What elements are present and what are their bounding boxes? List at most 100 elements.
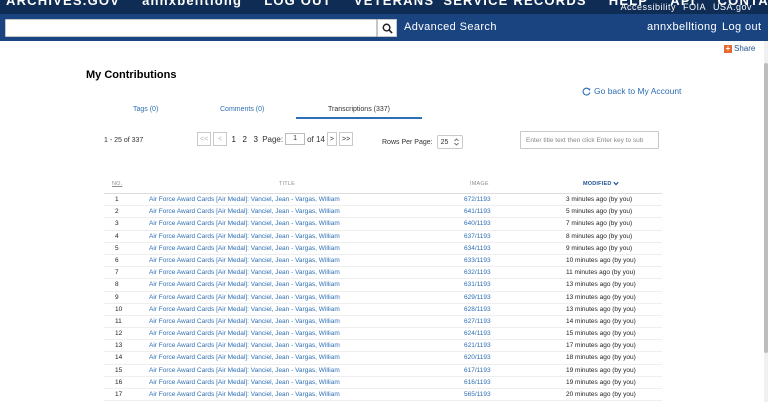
page-link-3[interactable]: 3 bbox=[251, 135, 260, 144]
row-image-link[interactable]: 629/1193 bbox=[464, 294, 491, 301]
title-filter-input[interactable]: Enter title text then click Enter key to… bbox=[520, 131, 659, 149]
nav-link-archives[interactable]: ARCHIVES.GOV bbox=[6, 0, 120, 8]
rows-per-page-select[interactable]: 25 bbox=[436, 135, 463, 149]
modified-label: MODIFIED bbox=[583, 181, 612, 187]
nav-link-username[interactable]: annxbelltiong bbox=[142, 0, 242, 8]
usagov-link[interactable]: USA.gov bbox=[713, 2, 752, 12]
row-title-link[interactable]: Air Force Award Cards [Air Medal]: Vanci… bbox=[149, 379, 340, 386]
table-row: 3 Air Force Award Cards [Air Medal]: Vanc… bbox=[104, 218, 662, 231]
column-header-no[interactable]: NO. bbox=[112, 181, 122, 187]
column-header-image[interactable]: IMAGE bbox=[470, 181, 489, 187]
row-image-link[interactable]: 641/1193 bbox=[464, 208, 491, 215]
row-image-link[interactable]: 620/1193 bbox=[464, 354, 491, 361]
page-scrollbar[interactable] bbox=[764, 41, 768, 402]
row-image-link[interactable]: 621/1193 bbox=[464, 342, 491, 349]
user-account-link[interactable]: annxbelltiong bbox=[647, 21, 717, 33]
tab-tags[interactable]: Tags (0) bbox=[133, 106, 158, 113]
row-title-link[interactable]: Air Force Award Cards [Air Medal]: Vanci… bbox=[149, 354, 340, 361]
first-page-button[interactable]: << bbox=[197, 132, 212, 146]
row-title-link[interactable]: Air Force Award Cards [Air Medal]: Vanci… bbox=[149, 245, 340, 252]
row-modified: 19 minutes ago (by you) bbox=[566, 378, 636, 386]
row-number: 1 bbox=[115, 196, 119, 203]
chevron-down-icon bbox=[453, 138, 459, 146]
rows-per-page: Rows Per Page: 25 bbox=[382, 135, 463, 149]
table-row: 7 Air Force Award Cards [Air Medal]: Vanc… bbox=[104, 267, 662, 280]
table-row: 14 Air Force Award Cards [Air Medal]: Van… bbox=[104, 352, 662, 365]
row-title-link[interactable]: Air Force Award Cards [Air Medal]: Vanci… bbox=[149, 220, 340, 227]
page-link-1[interactable]: 1 bbox=[229, 135, 238, 144]
table-row: 6 Air Force Award Cards [Air Medal]: Vanc… bbox=[104, 255, 662, 268]
row-modified: 3 minutes ago (by you) bbox=[566, 196, 633, 203]
table-header: NO. TITLE IMAGE MODIFIED bbox=[104, 181, 662, 192]
tab-transcriptions[interactable]: Transcriptions (337) bbox=[328, 106, 390, 113]
row-title-link[interactable]: Air Force Award Cards [Air Medal]: Vanci… bbox=[149, 367, 340, 374]
row-number: 5 bbox=[115, 244, 119, 252]
foia-link[interactable]: FOIA bbox=[683, 2, 706, 12]
row-title-link[interactable]: Air Force Award Cards [Air Medal]: Vanci… bbox=[149, 306, 340, 313]
row-image-link[interactable]: 672/1193 bbox=[464, 196, 491, 203]
accessibility-link[interactable]: Accessibility bbox=[620, 2, 676, 12]
page-label: Page: bbox=[262, 134, 284, 144]
column-header-modified[interactable]: MODIFIED bbox=[583, 181, 619, 187]
row-image-link[interactable]: 633/1193 bbox=[464, 257, 491, 264]
row-title-link[interactable]: Air Force Award Cards [Air Medal]: Vanci… bbox=[149, 269, 340, 276]
row-title-link[interactable]: Air Force Award Cards [Air Medal]: Vanci… bbox=[149, 208, 340, 215]
search-input[interactable] bbox=[5, 19, 377, 37]
row-title-link[interactable]: Air Force Award Cards [Air Medal]: Vanci… bbox=[149, 330, 340, 337]
back-to-account-link[interactable]: Go back to My Account bbox=[582, 86, 681, 96]
table-row: 10 Air Force Award Cards [Air Medal]: Van… bbox=[104, 304, 662, 316]
table-row: 5 Air Force Award Cards [Air Medal]: Vanc… bbox=[104, 243, 662, 255]
table-row: 13 Air Force Award Cards [Air Medal]: Van… bbox=[104, 340, 662, 353]
tab-comments[interactable]: Comments (0) bbox=[220, 106, 264, 113]
column-header-title[interactable]: TITLE bbox=[279, 181, 295, 187]
sort-desc-icon bbox=[613, 181, 619, 186]
prev-page-button[interactable]: < bbox=[213, 132, 228, 146]
row-image-link[interactable]: 627/1193 bbox=[464, 318, 491, 325]
page-link-2[interactable]: 2 bbox=[240, 135, 249, 144]
search-icon bbox=[382, 23, 393, 34]
row-modified: 13 minutes ago (by you) bbox=[566, 293, 636, 301]
row-image-link[interactable]: 617/1193 bbox=[464, 367, 491, 374]
nav-link-veterans[interactable]: VETERANS' SERVICE RECORDS bbox=[354, 0, 587, 8]
row-title-link[interactable]: Air Force Award Cards [Air Medal]: Vanci… bbox=[149, 196, 340, 203]
row-image-link[interactable]: 628/1193 bbox=[464, 306, 491, 313]
search-bar: Advanced Search annxbelltiong Log out bbox=[0, 14, 768, 41]
row-title-link[interactable]: Air Force Award Cards [Air Medal]: Vanci… bbox=[149, 318, 340, 325]
row-image-link[interactable]: 616/1193 bbox=[464, 379, 491, 386]
row-modified: 19 minutes ago (by you) bbox=[566, 366, 636, 374]
table-row: 2 Air Force Award Cards [Air Medal]: Vanc… bbox=[104, 206, 662, 219]
table-row: 17 Air Force Award Cards [Air Medal]: Van… bbox=[104, 389, 662, 402]
row-image-link[interactable]: 634/1193 bbox=[464, 245, 491, 252]
row-image-link[interactable]: 624/1193 bbox=[464, 330, 491, 337]
next-page-button[interactable]: > bbox=[326, 132, 337, 146]
row-title-link[interactable]: Air Force Award Cards [Air Medal]: Vanci… bbox=[149, 257, 340, 264]
row-modified: 9 minutes ago (by you) bbox=[566, 244, 633, 252]
last-page-button[interactable]: >> bbox=[338, 132, 354, 146]
row-title-link[interactable]: Air Force Award Cards [Air Medal]: Vanci… bbox=[149, 233, 340, 240]
row-modified: 20 minutes ago (by you) bbox=[566, 391, 636, 398]
advanced-search-link[interactable]: Advanced Search bbox=[404, 21, 497, 33]
scrollbar-thumb[interactable] bbox=[764, 63, 768, 353]
row-image-link[interactable]: 631/1193 bbox=[464, 281, 491, 288]
table-row: 12 Air Force Award Cards [Air Medal]: Van… bbox=[104, 328, 662, 341]
row-title-link[interactable]: Air Force Award Cards [Air Medal]: Vanci… bbox=[149, 281, 340, 288]
row-image-link[interactable]: 640/1193 bbox=[464, 220, 491, 227]
page-number-input[interactable]: 1 bbox=[285, 133, 306, 145]
table-row: 9 Air Force Award Cards [Air Medal]: Vanc… bbox=[104, 292, 662, 304]
table-row: 15 Air Force Award Cards [Air Medal]: Van… bbox=[104, 365, 662, 377]
row-title-link[interactable]: Air Force Award Cards [Air Medal]: Vanci… bbox=[149, 342, 340, 349]
row-title-link[interactable]: Air Force Award Cards [Air Medal]: Vanci… bbox=[149, 391, 340, 398]
row-image-link[interactable]: 565/1193 bbox=[464, 391, 491, 398]
row-modified: 5 minutes ago (by you) bbox=[566, 208, 633, 216]
row-number: 6 bbox=[115, 256, 119, 264]
row-modified: 7 minutes ago (by you) bbox=[566, 220, 633, 228]
row-number: 2 bbox=[115, 208, 119, 216]
row-modified: 13 minutes ago (by you) bbox=[566, 281, 636, 289]
search-button[interactable] bbox=[377, 19, 397, 37]
row-title-link[interactable]: Air Force Award Cards [Air Medal]: Vanci… bbox=[149, 294, 340, 301]
row-image-link[interactable]: 632/1193 bbox=[464, 269, 491, 276]
row-image-link[interactable]: 637/1193 bbox=[464, 233, 491, 240]
share-button[interactable]: + Share bbox=[724, 44, 755, 53]
nav-link-logout[interactable]: LOG OUT bbox=[264, 0, 332, 8]
logout-link[interactable]: Log out bbox=[722, 21, 762, 33]
